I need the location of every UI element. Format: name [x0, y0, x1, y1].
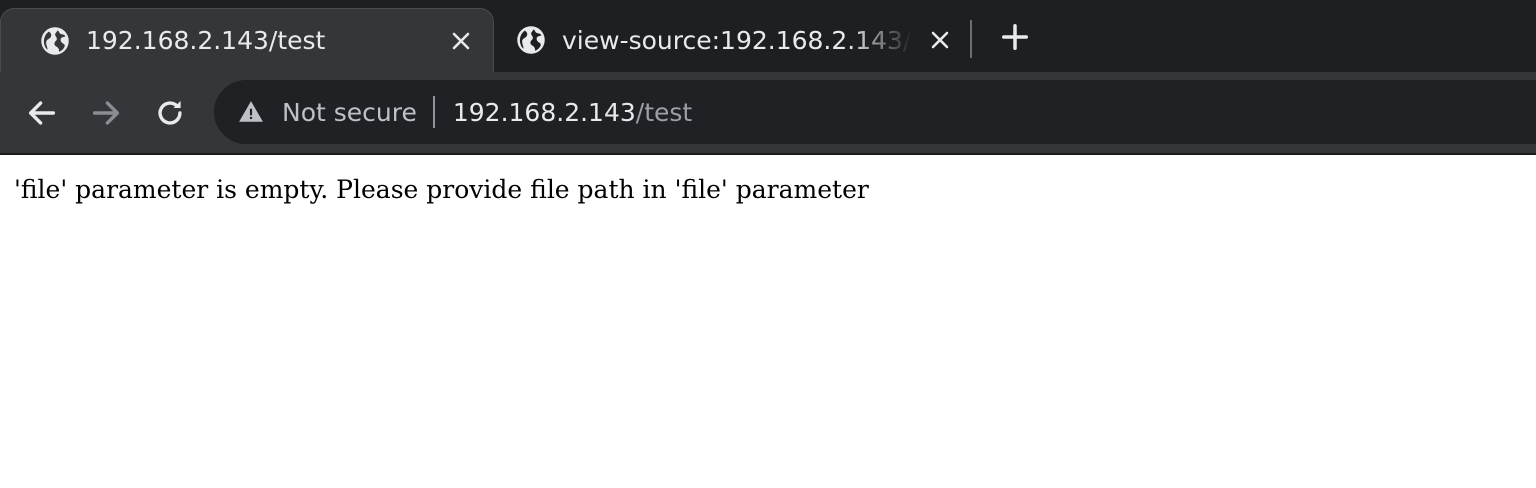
address-bar-divider [432, 96, 435, 128]
warning-icon[interactable] [238, 99, 264, 125]
address-bar[interactable]: Not secure 192.168.2.143/test [214, 80, 1536, 144]
tab-active[interactable]: 192.168.2.143/test [0, 8, 494, 72]
globe-icon [41, 26, 69, 55]
page-content: 'file' parameter is empty. Please provid… [0, 155, 1536, 224]
close-icon[interactable] [449, 29, 473, 53]
globe-icon [517, 26, 545, 54]
new-tab-button[interactable] [1000, 22, 1030, 52]
tab-inactive[interactable]: view-source:192.168.2.143/test [516, 8, 956, 72]
tab-title: 192.168.2.143/test [86, 26, 326, 55]
reload-icon[interactable] [153, 96, 187, 130]
back-arrow-icon[interactable] [25, 96, 59, 130]
url-text[interactable]: 192.168.2.143/test [453, 98, 692, 127]
forward-arrow-icon[interactable] [89, 96, 123, 130]
close-icon[interactable] [928, 28, 952, 52]
tab-separator [970, 20, 972, 58]
tab-title: view-source:192.168.2.143/test [562, 25, 912, 55]
tab-strip: 192.168.2.143/test view-source:192.168.2… [0, 0, 1536, 72]
toolbar: Not secure 192.168.2.143/test [0, 72, 1536, 155]
security-label[interactable]: Not secure [282, 98, 417, 127]
url-path: /test [635, 97, 693, 127]
url-host: 192.168.2.143 [452, 97, 636, 127]
page-message: 'file' parameter is empty. Please provid… [14, 175, 869, 204]
